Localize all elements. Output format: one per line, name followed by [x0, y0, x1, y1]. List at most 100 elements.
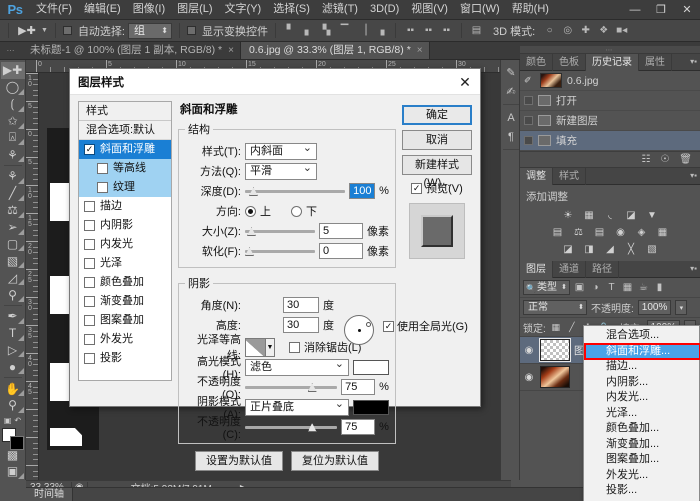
show-transform-checkbox[interactable]: [187, 26, 196, 35]
align-left-edges-icon[interactable]: ▘: [283, 23, 298, 39]
clone-stamp-tool[interactable]: ⚖: [1, 202, 25, 219]
bevel-technique-dropdown[interactable]: 平滑: [244, 161, 317, 180]
tool-preset-chevron-icon[interactable]: ▼: [41, 27, 48, 34]
effect-checkbox[interactable]: [84, 220, 95, 231]
context-menu-item[interactable]: 光泽...: [584, 406, 699, 422]
hand-tool[interactable]: ✋: [1, 380, 25, 397]
context-menu-item[interactable]: 投影...: [584, 483, 699, 499]
menu-item-10[interactable]: 帮助(H): [506, 0, 555, 19]
menu-item-7[interactable]: 3D(D): [364, 0, 405, 19]
pen-tool[interactable]: ✒: [1, 308, 25, 325]
context-menu-item[interactable]: 混合选项...: [584, 328, 699, 344]
angle-dial-handle[interactable]: [366, 322, 371, 327]
ok-button[interactable]: 确定: [401, 105, 472, 125]
hue-saturation-icon[interactable]: ▤: [550, 226, 565, 239]
smart-object-filter-icon[interactable]: ☕: [637, 281, 650, 295]
type-filter-icon[interactable]: T: [605, 281, 618, 295]
soften-value[interactable]: 0: [318, 243, 363, 259]
scale-3d-icon[interactable]: ■◂: [614, 23, 629, 39]
gradient-tool[interactable]: ▧: [1, 252, 25, 269]
tab-通道[interactable]: 通道: [553, 261, 586, 278]
eraser-tool[interactable]: ▢: [1, 236, 25, 253]
quick-mask-toggle[interactable]: ▩: [1, 446, 25, 463]
effect-row[interactable]: 颜色叠加: [79, 273, 171, 292]
tab-历史记录[interactable]: 历史记录: [586, 54, 639, 71]
effect-checkbox[interactable]: [97, 163, 108, 174]
layer-thumbnail[interactable]: [539, 338, 571, 362]
tabbar-grip[interactable]: ⋯: [0, 42, 22, 59]
menu-item-5[interactable]: 选择(S): [267, 0, 316, 19]
channel-mixer-icon[interactable]: ◈: [634, 226, 649, 239]
minimize-button[interactable]: —: [622, 0, 648, 19]
effect-checkbox[interactable]: [84, 315, 95, 326]
styles-list-header[interactable]: 样式: [79, 102, 171, 121]
lasso-tool[interactable]: ⟮: [1, 96, 25, 113]
effect-row[interactable]: 内发光: [79, 235, 171, 254]
levels-icon[interactable]: ▦: [582, 209, 597, 222]
history-item[interactable]: 填充: [520, 131, 700, 151]
angle-value[interactable]: 30: [282, 297, 319, 313]
gloss-contour-chevron-icon[interactable]: ▼: [264, 338, 274, 356]
distribute-left-icon[interactable]: ▪▪: [403, 23, 418, 39]
dialog-close-icon[interactable]: ✕: [450, 69, 480, 95]
effect-checkbox[interactable]: [97, 182, 108, 193]
exposure-icon[interactable]: ◪: [624, 209, 639, 222]
posterize-icon[interactable]: ◨: [582, 243, 597, 256]
layers-panel-menu-icon[interactable]: ▾▪: [690, 264, 697, 273]
effect-row[interactable]: 图案叠加: [79, 311, 171, 330]
lock-image-icon[interactable]: ╱: [566, 321, 578, 334]
context-menu-item[interactable]: 颜色叠加...: [584, 421, 699, 437]
opacity-chevron-icon[interactable]: ▾: [675, 300, 688, 315]
auto-align-layers-icon[interactable]: ▤: [469, 23, 484, 39]
selective-color-icon[interactable]: ╳: [624, 243, 639, 256]
history-panel-menu-icon[interactable]: ▾▪: [690, 57, 697, 66]
type-tool[interactable]: T: [1, 325, 25, 342]
history-item[interactable]: 新建图层: [520, 111, 700, 131]
tab-属性[interactable]: 属性: [639, 54, 672, 71]
align-vertical-centers-icon[interactable]: ▕: [355, 23, 370, 39]
highlight-opacity-slider[interactable]: [244, 379, 338, 395]
default-colors-icon[interactable]: ▣: [4, 416, 12, 425]
color-lookup-icon[interactable]: ▦: [655, 226, 670, 239]
history-item[interactable]: ✐ 0.6.jpg: [520, 71, 700, 91]
brush-tool[interactable]: ╱: [1, 185, 25, 202]
auto-select-checkbox[interactable]: [62, 26, 72, 35]
align-right-edges-icon[interactable]: ▚: [319, 23, 334, 39]
shadow-opacity-value[interactable]: 75: [341, 419, 376, 435]
context-menu-item[interactable]: 内发光...: [584, 390, 699, 406]
blur-tool[interactable]: ◿: [1, 269, 25, 286]
opacity-value[interactable]: 100%: [637, 300, 672, 315]
threshold-icon[interactable]: ◢: [603, 243, 618, 256]
tab-颜色[interactable]: 颜色: [520, 54, 553, 71]
marquee-tool[interactable]: ◯: [1, 79, 25, 96]
document-tab-1[interactable]: 0.6.jpg @ 33.3% (图层 1, RGB/8) * ×: [240, 42, 430, 59]
highlight-color-swatch[interactable]: [352, 359, 389, 375]
menu-item-8[interactable]: 视图(V): [405, 0, 454, 19]
tab-路径[interactable]: 路径: [586, 261, 619, 278]
crop-tool[interactable]: ⍓: [1, 130, 25, 147]
blending-options-row[interactable]: 混合选项:默认: [79, 121, 171, 140]
effect-row[interactable]: 纹理: [79, 178, 171, 197]
highlight-opacity-value[interactable]: 75: [341, 379, 376, 395]
shape-filter-icon[interactable]: ▦: [621, 281, 634, 295]
filter-toggle-switch[interactable]: ▮: [653, 281, 666, 295]
tab-调整[interactable]: 调整: [520, 168, 553, 185]
history-brush-source-checkbox[interactable]: [524, 96, 533, 105]
photo-filter-icon[interactable]: ◉: [613, 226, 628, 239]
layer-filter-type-dropdown[interactable]: 类型: [523, 280, 570, 295]
close-button[interactable]: ✕: [674, 0, 700, 19]
dodge-tool[interactable]: ⚲: [1, 286, 25, 303]
depth-slider[interactable]: [244, 183, 346, 199]
auto-select-dropdown[interactable]: 组: [128, 22, 172, 39]
antialias-checkbox[interactable]: [288, 341, 300, 353]
use-global-light-checkbox[interactable]: [383, 320, 394, 332]
effect-row[interactable]: 描边: [79, 197, 171, 216]
bevel-style-dropdown[interactable]: 内斜面: [244, 141, 317, 160]
brightness-contrast-icon[interactable]: ☀: [561, 209, 576, 222]
layer-blend-mode-dropdown[interactable]: 正常: [523, 300, 587, 315]
history-item[interactable]: 打开: [520, 91, 700, 111]
shadow-color-swatch[interactable]: [352, 399, 389, 415]
gloss-contour-preview[interactable]: ▼: [244, 337, 275, 357]
history-brush-source-checkbox[interactable]: [524, 116, 533, 125]
reset-to-default-button[interactable]: 复位为默认值: [290, 451, 379, 471]
